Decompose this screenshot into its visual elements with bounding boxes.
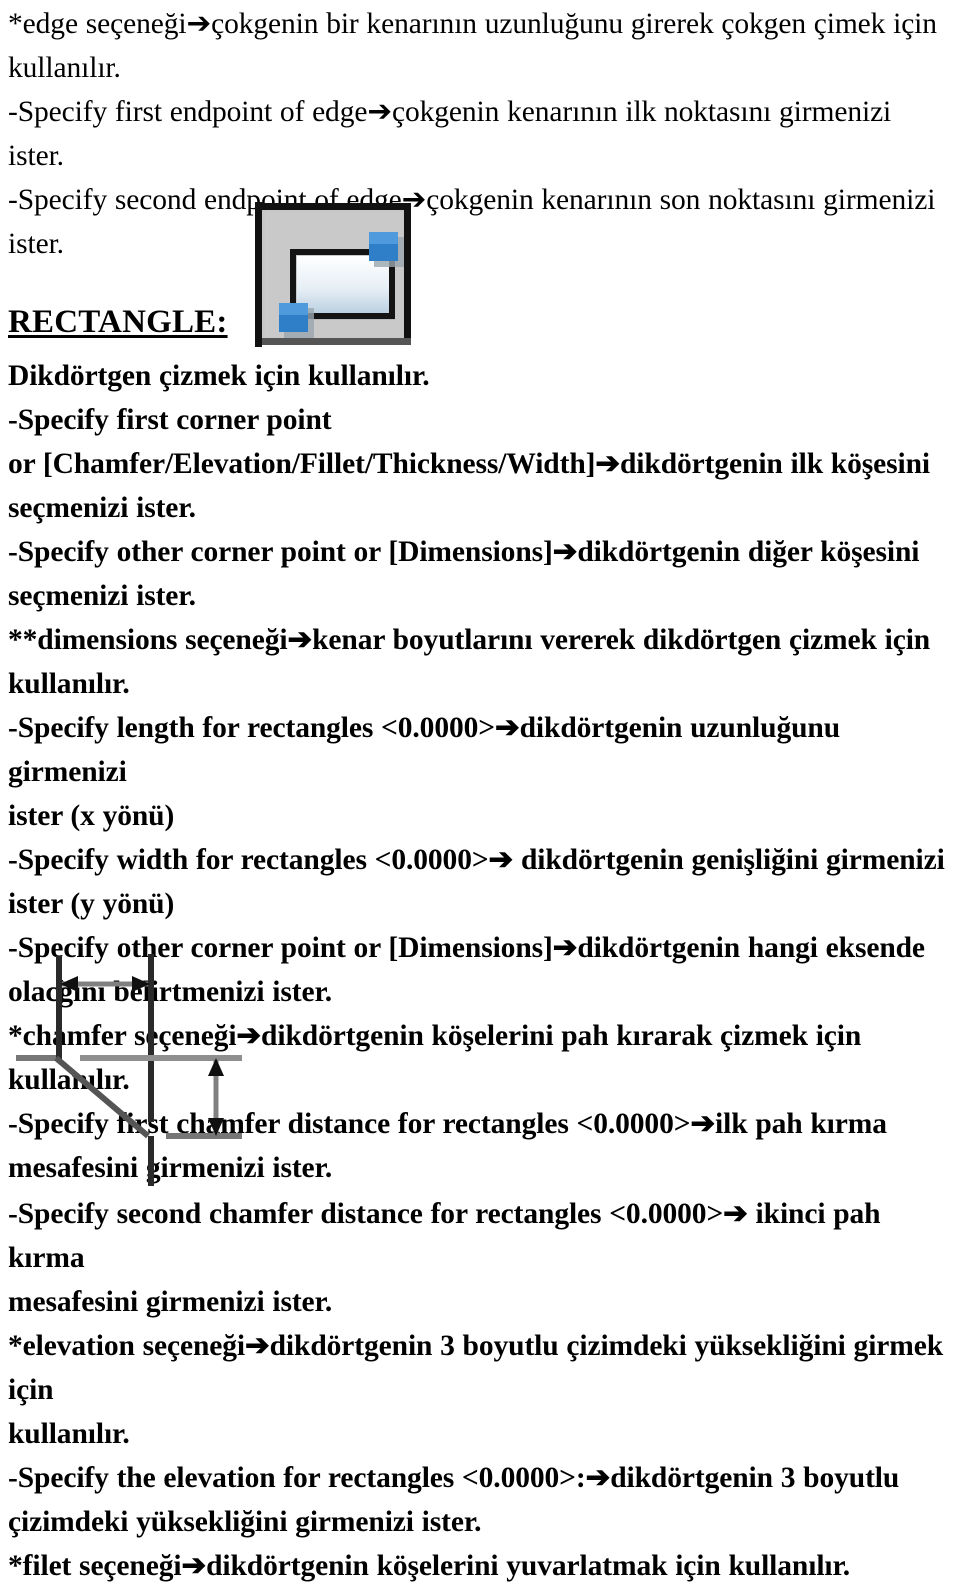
chamfer-dimension-diagram <box>14 940 274 1188</box>
top-text-block: *edge seçeneği➔çokgenin bir kenarının uz… <box>0 2 960 266</box>
page-title: RECTANGLE: <box>8 304 228 340</box>
document-page: *edge seçeneği➔çokgenin bir kenarının uz… <box>0 0 960 1582</box>
edge-option-paragraph: *edge seçeneği➔çokgenin bir kenarının uz… <box>8 8 937 260</box>
elevation-fillet-paragraph: -Specify second chamfer distance for rec… <box>8 1198 944 1582</box>
bottom-text-block: -Specify second chamfer distance for rec… <box>0 1192 960 1588</box>
rectangle-heading-row: RECTANGLE: <box>0 300 960 348</box>
